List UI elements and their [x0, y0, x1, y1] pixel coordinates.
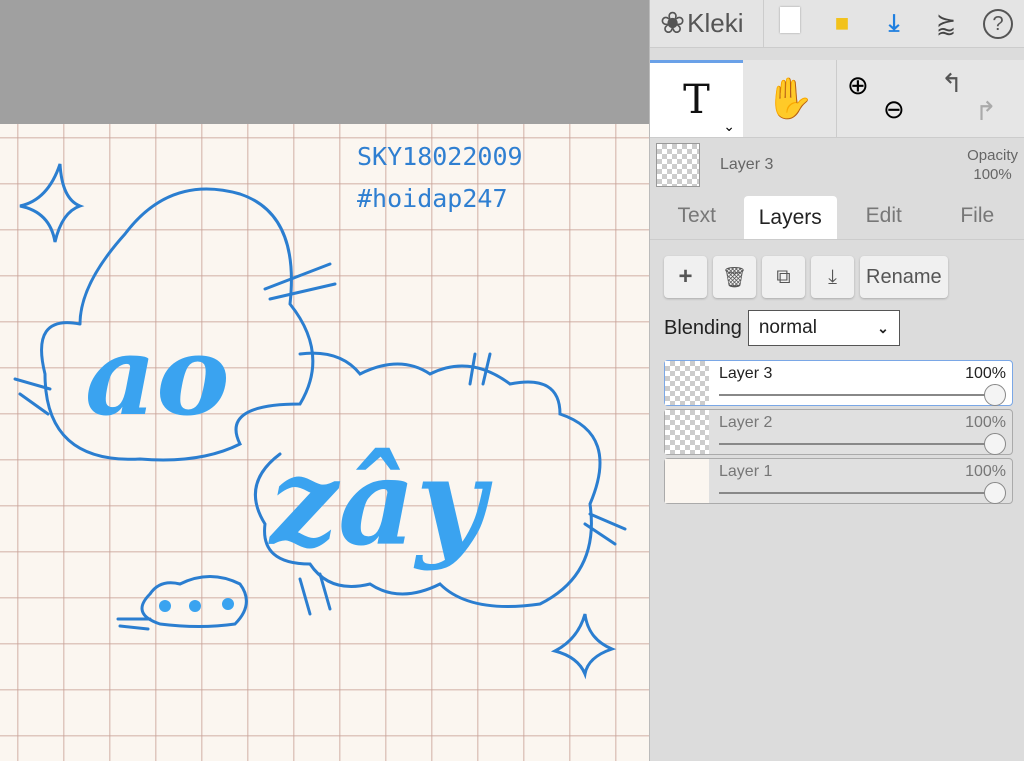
open-folder-icon[interactable]: ■: [816, 10, 868, 38]
opacity-slider[interactable]: [719, 394, 996, 396]
delete-layer-button[interactable]: 🗑: [713, 256, 756, 298]
duplicate-icon: ⧉: [776, 265, 791, 288]
undo-icon[interactable]: ↰: [941, 68, 963, 99]
chevron-down-icon: ⌄: [877, 319, 889, 336]
app-name: Kleki: [687, 8, 744, 38]
help-icon[interactable]: ?: [972, 8, 1024, 39]
layer-item[interactable]: Layer 3 100%: [664, 360, 1013, 406]
hand-icon: ✋: [764, 77, 815, 121]
layer-name: Layer 1: [719, 463, 773, 480]
kleki-logo[interactable]: ❀ Kleki: [650, 0, 764, 48]
layer-name: Layer 2: [719, 414, 773, 431]
blending-select[interactable]: normal ⌄: [747, 310, 900, 346]
add-layer-button[interactable]: +: [664, 256, 707, 298]
tab-layers[interactable]: Layers: [743, 196, 837, 239]
drawing-canvas-area[interactable]: ao zây SKY18022009 #hoidap247: [0, 0, 649, 761]
text-tool-button[interactable]: T ⌄: [650, 60, 743, 137]
slider-handle[interactable]: [984, 482, 1006, 504]
rename-button[interactable]: Rename: [860, 256, 948, 298]
opacity-value: 100%: [973, 166, 1012, 183]
plus-icon: +: [678, 263, 693, 290]
artwork: ao zây: [13, 163, 627, 680]
opacity-slider[interactable]: [719, 443, 996, 445]
zoom-buttons: ⊕ ⊖: [836, 60, 929, 137]
tool-row: T ⌄ ✋ ⊕ ⊖ ↰ ↱: [650, 60, 1024, 138]
blending-value: normal: [758, 317, 817, 338]
sparkle-shape: [550, 613, 617, 680]
art-text-ao: ao: [85, 311, 230, 440]
merge-down-button[interactable]: ⤓: [811, 256, 854, 298]
layer-thumbnail: [665, 361, 709, 405]
tab-text[interactable]: Text: [650, 192, 744, 239]
duplicate-layer-button[interactable]: ⧉: [762, 256, 805, 298]
layer-list: Layer 3 100% Layer 2 100% Layer 1 100%: [650, 346, 1024, 504]
current-layer-info: Layer 3 Opacity 100%: [650, 138, 1024, 192]
blending-row: Blending normal ⌄: [650, 298, 1024, 346]
tab-edit[interactable]: Edit: [837, 192, 931, 239]
download-icon[interactable]: ⤓: [868, 10, 920, 38]
watermark-tag: #hoidap247: [357, 184, 508, 213]
blending-label: Blending: [664, 316, 742, 339]
watermark-username: SKY18022009: [357, 142, 523, 171]
layer-name: Layer 3: [719, 365, 773, 382]
current-layer-name: Layer 3: [720, 156, 774, 173]
sparkle-shape: [19, 163, 85, 243]
top-toolbar: ❀ Kleki ■ ⤓ ⪸ ?: [650, 0, 1024, 48]
layer-item[interactable]: Layer 2 100%: [664, 409, 1013, 455]
opacity-slider[interactable]: [719, 492, 996, 494]
drawing-canvas[interactable]: ao zây SKY18022009 #hoidap247: [0, 124, 649, 761]
layer-actions: + 🗑 ⧉ ⤓ Rename: [650, 240, 1024, 298]
redo-icon[interactable]: ↱: [975, 96, 997, 127]
layer-thumbnail: [665, 410, 709, 454]
text-tool-icon: T: [683, 77, 710, 123]
side-panel: ❀ Kleki ■ ⤓ ⪸ ? T ⌄ ✋ ⊕ ⊖ ↰ ↱ Layer 3 Opacit…: [649, 0, 1024, 761]
chevron-down-icon[interactable]: ⌄: [723, 118, 735, 135]
new-file-icon[interactable]: [764, 7, 816, 40]
trash-icon: 🗑: [721, 266, 748, 289]
current-layer-thumbnail: [656, 143, 700, 187]
art-text-zay: zây: [268, 432, 493, 573]
slider-handle[interactable]: [984, 384, 1006, 406]
opacity-label: Opacity: [967, 147, 1018, 164]
history-buttons: ↰ ↱: [929, 60, 1022, 137]
layer-opacity: 100%: [965, 463, 1006, 480]
layer-thumbnail: [665, 459, 709, 503]
zoom-out-icon[interactable]: ⊖: [883, 94, 905, 125]
layer-opacity: 100%: [965, 414, 1006, 431]
hand-tool-button[interactable]: ✋: [743, 60, 836, 137]
zoom-in-icon[interactable]: ⊕: [847, 70, 869, 101]
layer-opacity: 100%: [965, 365, 1006, 382]
share-icon[interactable]: ⪸: [920, 9, 972, 38]
panel-tabs: Text Layers Edit File: [650, 192, 1024, 240]
layer-item[interactable]: Layer 1 100%: [664, 458, 1013, 504]
merge-down-icon: ⤓: [828, 265, 837, 288]
slider-handle[interactable]: [984, 433, 1006, 455]
tab-file[interactable]: File: [931, 192, 1024, 239]
